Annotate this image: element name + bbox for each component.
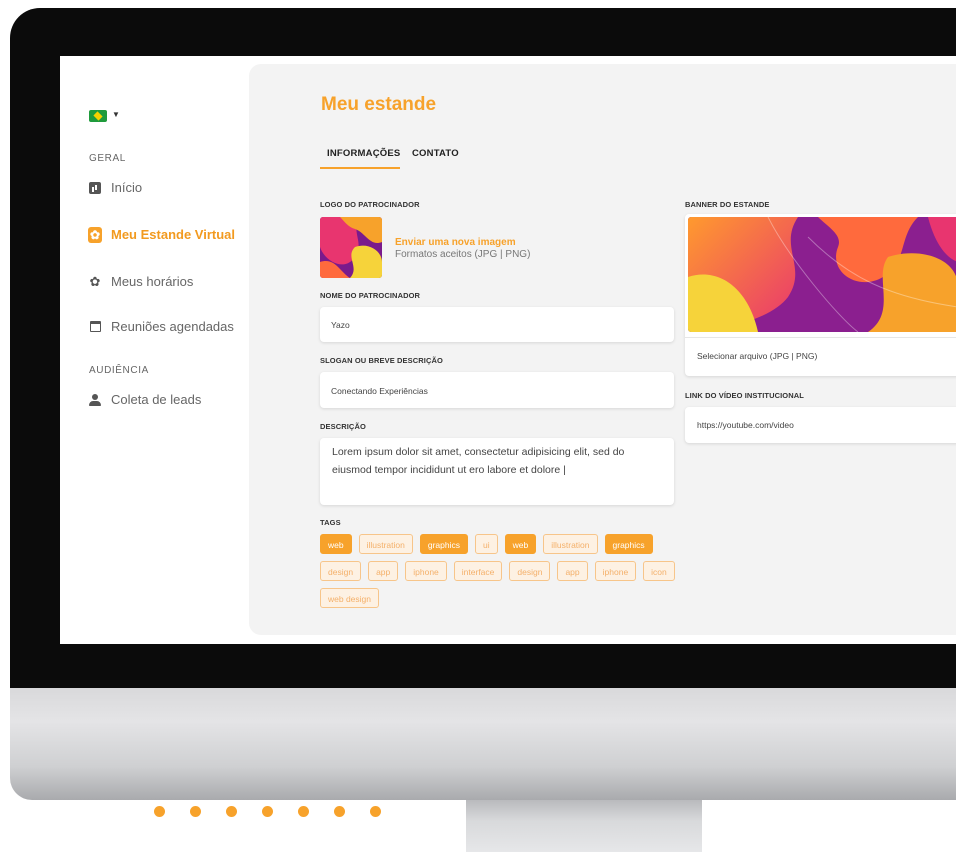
tag-chip[interactable]: graphics [419,534,469,554]
gear-icon: ✿ [89,273,101,289]
sidebar-item-meu-estande-virtual[interactable]: ✿ Meu Estande Virtual [88,226,236,243]
upload-logo-link[interactable]: Enviar uma nova imagem [395,237,516,248]
description-textarea[interactable]: Lorem ipsum dolor sit amet, consectetur … [320,438,674,505]
section-label-audiencia: AUDIÊNCIA [89,365,149,376]
divider [685,337,956,338]
tag-chip[interactable]: design [509,561,551,581]
dot [334,806,345,817]
logo-label: LOGO DO PATROCINADOR [320,200,420,209]
tab-contato[interactable]: CONTATO [412,148,459,159]
description-value: Lorem ipsum dolor sit amet, consectetur … [332,446,625,476]
tag-chip[interactable]: app [368,561,399,581]
sidebar-item-reunioes-agendadas[interactable]: Reuniões agendadas [88,319,234,334]
monitor-stand [466,800,702,852]
logo-formats-hint: Formatos aceitos (JPG | PNG) [395,249,531,260]
tag-chip[interactable]: web design [320,588,380,608]
user-icon [88,393,102,407]
slogan-value: Conectando Experiências [331,386,428,396]
sidebar-item-label: Meus horários [111,274,194,289]
chevron-down-icon[interactable]: ▼ [112,110,120,119]
tag-chip[interactable]: iphone [405,561,447,581]
sidebar-item-label: Meu Estande Virtual [111,227,236,242]
decorative-dots [154,806,381,817]
tag-chip[interactable]: interface [453,561,503,581]
tag-chip[interactable]: graphics [604,534,653,554]
brazil-flag-icon[interactable] [89,110,107,122]
tag-chip[interactable]: iphone [594,561,637,581]
sidebar-item-label: Início [111,180,143,195]
slogan-field[interactable]: Conectando Experiências [320,372,674,408]
banner-image [688,217,956,332]
sidebar-item-label: Reuniões agendadas [111,319,234,334]
tags-list: web illustration graphics ui web illustration… [320,534,680,608]
sidebar: ▼ GERAL Início ✿ Meu Estande Virtual ✿ M… [60,56,248,644]
dot [226,806,237,817]
dot [370,806,381,817]
sponsor-name-field[interactable]: Yazo [320,307,674,342]
video-link-value: https://youtube.com/video [697,420,794,430]
gear-icon: ✿ [88,226,102,243]
section-label-geral: GERAL [89,153,126,164]
active-tab-indicator [320,167,400,169]
sponsor-name-value: Yazo [331,320,350,330]
chart-icon [88,181,102,195]
tab-informacoes[interactable]: INFORMAÇÕES [327,148,400,159]
banner-file-input[interactable]: Selecionar arquivo (JPG | PNG) [697,351,817,361]
page-title: Meu estande [321,94,437,115]
sidebar-item-coleta-de-leads[interactable]: Coleta de leads [88,392,201,407]
banner-label: BANNER DO ESTANDE [685,200,770,209]
slogan-label: SLOGAN OU BREVE DESCRIÇÃO [320,356,443,365]
tag-chip[interactable]: illustration [543,534,598,554]
main-panel: Meu estande INFORMAÇÕES CONTATO LOGO DO … [249,64,956,635]
monitor-chin [10,688,956,800]
tag-chip[interactable]: web [320,534,352,554]
sidebar-item-meus-horarios[interactable]: ✿ Meus horários [88,273,194,290]
dot [190,806,201,817]
banner-card: Selecionar arquivo (JPG | PNG) [685,214,956,376]
tag-chip[interactable]: icon [643,561,675,581]
dot [298,806,309,817]
app-screen: ▼ GERAL Início ✿ Meu Estande Virtual ✿ M… [60,56,956,644]
sponsor-name-label: NOME DO PATROCINADOR [320,291,421,300]
dot [154,806,165,817]
tag-chip[interactable]: illustration [358,534,413,554]
tag-chip[interactable]: ui [475,534,498,554]
sponsor-logo-image [320,217,382,278]
tag-chip[interactable]: design [320,561,362,581]
tag-chip[interactable]: app [557,561,588,581]
tag-chip[interactable]: web [504,534,537,554]
tags-label: TAGS [320,518,341,527]
video-link-field[interactable]: https://youtube.com/video [685,407,956,443]
description-label: DESCRIÇÃO [320,422,366,431]
video-link-label: LINK DO VÍDEO INSTITUCIONAL [685,391,804,400]
calendar-icon [88,320,102,334]
sidebar-item-label: Coleta de leads [111,392,202,407]
dot [262,806,273,817]
sidebar-item-inicio[interactable]: Início [88,180,142,195]
